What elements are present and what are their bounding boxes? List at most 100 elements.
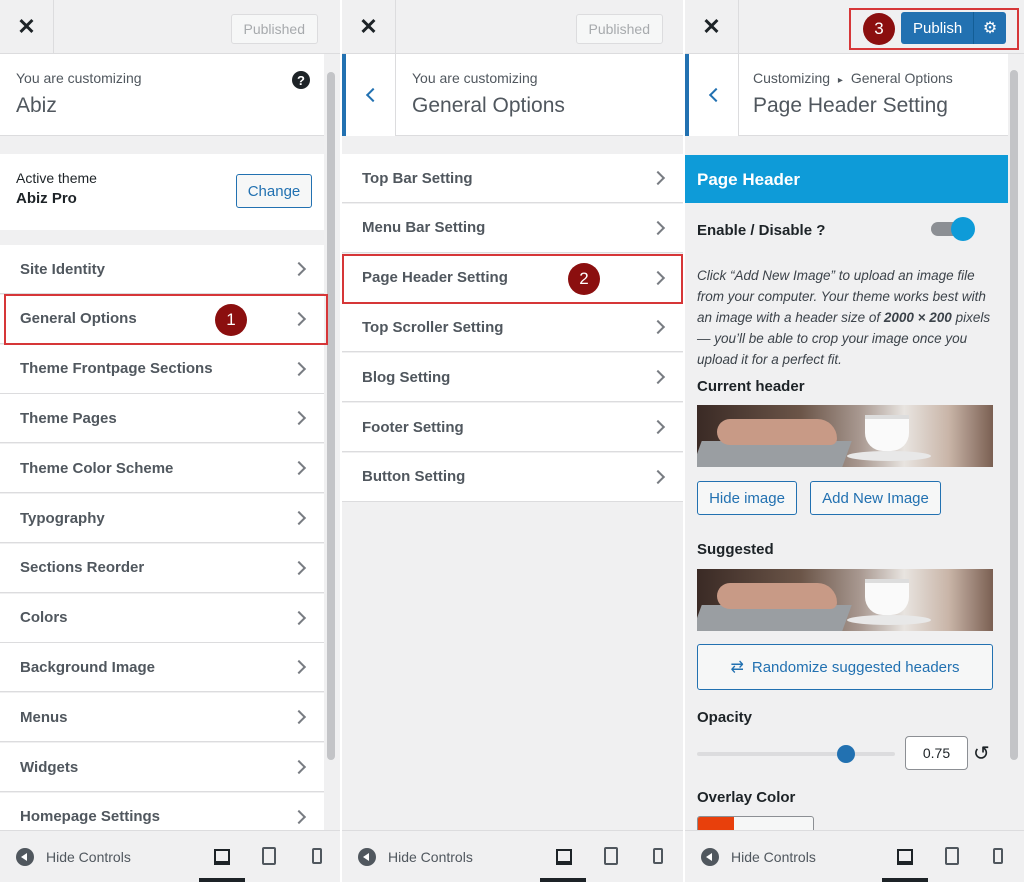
collapse-icon [701, 848, 719, 866]
hide-image-button[interactable]: Hide image [697, 481, 797, 515]
tablet-preview-icon[interactable] [262, 847, 276, 865]
menu-item-label: Theme Pages [20, 409, 117, 427]
section-title: General Options [412, 94, 565, 117]
page-title: Page Header Setting [753, 94, 948, 117]
step-badge-1: 1 [215, 304, 247, 336]
suggested-label: Suggested [697, 541, 774, 558]
chevron-right-icon [291, 510, 307, 526]
opacity-value-input[interactable]: 0.75 [905, 736, 968, 770]
step-badge-2: 2 [568, 263, 600, 295]
scrollbar[interactable] [1010, 70, 1018, 760]
menu-item[interactable]: Typography [0, 494, 324, 543]
chevron-right-icon [291, 560, 307, 575]
chevron-left-icon [708, 87, 724, 103]
published-button[interactable]: Published [230, 14, 318, 44]
menu-item[interactable]: Colors [0, 593, 324, 643]
hide-controls-button[interactable]: Hide Controls [701, 848, 816, 866]
menu-item-label: Sections Reorder [20, 559, 145, 577]
menu-item-label: Footer Setting [362, 418, 464, 436]
chevron-right-icon [650, 320, 666, 335]
menu-item[interactable]: Footer Setting [342, 403, 683, 452]
toggle-label: Enable / Disable ? [697, 222, 826, 239]
active-device-indicator [199, 878, 245, 882]
hide-controls-button[interactable]: Hide Controls [358, 848, 473, 866]
menu-item-label: Site Identity [20, 260, 106, 278]
page-header-bar: Page Header [685, 155, 1008, 203]
scrollbar[interactable] [327, 72, 335, 760]
chevron-right-icon [291, 461, 307, 476]
slider-knob[interactable] [836, 745, 855, 763]
publish-label: Publish [913, 19, 963, 37]
active-device-indicator [882, 878, 928, 882]
close-icon[interactable]: ✕ [685, 0, 739, 54]
menu-item[interactable]: Sections Reorder [0, 543, 324, 593]
mobile-preview-icon[interactable] [993, 848, 1003, 864]
menu-item-label: Typography [20, 509, 105, 527]
hide-controls-label: Hide Controls [46, 849, 131, 865]
tablet-preview-icon[interactable] [604, 847, 618, 865]
menu-item-label: Menu Bar Setting [362, 219, 486, 237]
back-button[interactable] [342, 54, 396, 136]
desktop-preview-icon[interactable] [214, 849, 230, 865]
chevron-right-icon [650, 419, 666, 435]
customizer-panel-general-options: ✕ Published You are customizing General … [342, 0, 683, 882]
toggle-knob [951, 217, 975, 241]
desktop-preview-icon[interactable] [897, 849, 913, 865]
chevron-right-icon [291, 411, 307, 426]
menu-item-label: Menus [20, 708, 68, 726]
chevron-right-icon [291, 261, 307, 277]
menu-item[interactable]: Top Bar Setting [342, 154, 683, 203]
menu-item[interactable]: Widgets [0, 743, 324, 792]
menu-item-label: Theme Frontpage Sections [20, 360, 213, 378]
menu-item[interactable]: Theme Frontpage Sections [0, 344, 324, 394]
menu-item-label: Button Setting [362, 468, 466, 486]
menu-item[interactable]: Theme Pages [0, 394, 324, 444]
published-button[interactable]: Published [575, 14, 663, 44]
hide-controls-button[interactable]: Hide Controls [16, 848, 131, 866]
breadcrumb-root[interactable]: Customizing [753, 70, 830, 86]
top-bar: ✕ 3 Publish ⚙ [685, 0, 1024, 54]
tablet-preview-icon[interactable] [945, 847, 959, 865]
mobile-preview-icon[interactable] [312, 848, 322, 864]
reset-icon[interactable]: ↺ [973, 741, 990, 766]
menu-item-label: Colors [20, 609, 68, 627]
mobile-preview-icon[interactable] [653, 848, 663, 864]
chevron-right-icon [291, 759, 307, 775]
menu-item-label: Theme Color Scheme [20, 459, 174, 477]
shuffle-icon: ⇄ [730, 659, 744, 676]
step-badge-3: 3 [863, 13, 895, 45]
menu-item-label: Top Bar Setting [362, 169, 473, 187]
bottom-bar: Hide Controls [685, 830, 1024, 882]
gear-icon[interactable]: ⚙ [973, 12, 1006, 44]
menu-item-label: Top Scroller Setting [362, 318, 504, 336]
add-new-image-button[interactable]: Add New Image [810, 481, 941, 515]
enable-toggle[interactable] [931, 217, 975, 241]
site-name: Abiz [16, 94, 57, 117]
collapse-icon [16, 848, 34, 866]
opacity-slider[interactable] [697, 745, 895, 763]
menu-item[interactable]: Button Setting [342, 452, 683, 502]
chevron-right-icon [650, 220, 666, 235]
desktop-preview-icon[interactable] [556, 849, 572, 865]
menu-item[interactable]: Theme Color Scheme [0, 444, 324, 494]
menu-item[interactable]: Top Scroller Setting [342, 303, 683, 353]
menu-item[interactable]: Background Image [0, 643, 324, 693]
menu-item[interactable]: Blog Setting [342, 353, 683, 403]
current-header-image [697, 405, 993, 467]
breadcrumb-section[interactable]: General Options [851, 70, 953, 86]
help-icon[interactable]: ? [292, 71, 310, 89]
publish-button[interactable]: Publish ⚙ [901, 12, 1006, 44]
back-button[interactable] [685, 54, 739, 136]
chevron-right-icon [291, 660, 307, 675]
change-theme-button[interactable]: Change [236, 174, 312, 208]
hide-controls-label: Hide Controls [388, 849, 473, 865]
menu-item[interactable]: Site Identity [0, 245, 324, 294]
close-icon[interactable]: ✕ [0, 0, 54, 54]
bottom-bar: Hide Controls [342, 830, 683, 882]
close-icon[interactable]: ✕ [342, 0, 396, 54]
suggested-header-image[interactable] [697, 569, 993, 631]
menu-item[interactable]: Menu Bar Setting [342, 203, 683, 253]
menu-item[interactable]: Menus [0, 693, 324, 743]
randomize-button[interactable]: ⇄ Randomize suggested headers [697, 644, 993, 690]
active-theme-section: Active theme Abiz Pro Change [0, 154, 324, 230]
